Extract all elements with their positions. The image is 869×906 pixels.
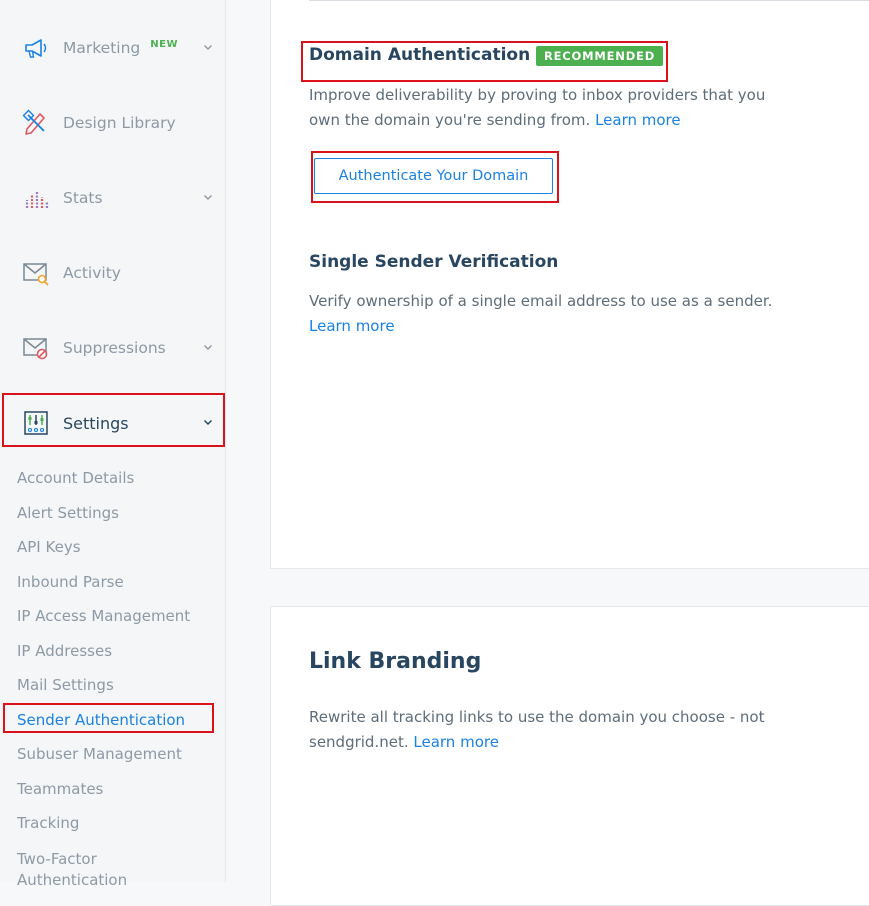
single-sender-description: Verify ownership of a single email addre… xyxy=(309,289,789,339)
description-text: Rewrite all tracking links to use the do… xyxy=(309,708,765,751)
chevron-down-icon[interactable] xyxy=(203,43,213,53)
sidebar-sub-account-details[interactable]: Account Details xyxy=(17,469,134,487)
sidebar-item-label: Design Library xyxy=(63,114,176,132)
chevron-down-icon[interactable] xyxy=(203,193,213,203)
authenticate-domain-button[interactable]: Authenticate Your Domain xyxy=(314,158,553,194)
sidebar-sub-api-keys[interactable]: API Keys xyxy=(17,538,81,556)
link-branding-description: Rewrite all tracking links to use the do… xyxy=(309,705,779,755)
sidebar-item-stats[interactable]: Stats xyxy=(0,171,225,225)
chevron-down-icon[interactable] xyxy=(203,418,213,428)
divider xyxy=(309,0,869,1)
sidebar-item-label: Activity xyxy=(63,264,121,282)
envelope-blocked-icon xyxy=(22,334,50,362)
design-tools-icon xyxy=(22,109,50,137)
sidebar-item-label: Stats xyxy=(63,189,103,207)
learn-more-link[interactable]: Learn more xyxy=(595,111,681,129)
learn-more-link[interactable]: Learn more xyxy=(413,733,499,751)
single-sender-title: Single Sender Verification xyxy=(309,252,559,272)
sliders-icon xyxy=(22,409,50,437)
megaphone-icon xyxy=(22,34,50,62)
sidebar-sub-two-factor-authentication[interactable]: Two-Factor Authentication xyxy=(17,849,137,891)
sidebar-sub-mail-settings[interactable]: Mail Settings xyxy=(17,676,114,694)
sidebar-item-settings[interactable]: Settings xyxy=(0,396,225,450)
sidebar: Marketing NEW Design Library Stats Activ… xyxy=(0,0,226,889)
sidebar-item-label: Marketing xyxy=(63,39,141,57)
sidebar-item-marketing[interactable]: Marketing NEW xyxy=(0,21,225,75)
sidebar-sub-teammates[interactable]: Teammates xyxy=(17,780,103,798)
sidebar-sub-sender-authentication[interactable]: Sender Authentication xyxy=(17,711,185,729)
envelope-search-icon xyxy=(22,259,50,287)
sidebar-sub-alert-settings[interactable]: Alert Settings xyxy=(17,504,119,522)
bar-chart-icon xyxy=(22,184,50,212)
recommended-badge: RECOMMENDED xyxy=(536,46,664,66)
sidebar-item-suppressions[interactable]: Suppressions xyxy=(0,321,225,375)
sidebar-item-activity[interactable]: Activity xyxy=(0,246,225,300)
sidebar-sub-inbound-parse[interactable]: Inbound Parse xyxy=(17,573,124,591)
sidebar-sub-ip-addresses[interactable]: IP Addresses xyxy=(17,642,112,660)
domain-auth-title: Domain Authentication xyxy=(309,45,531,65)
sidebar-sub-subuser-management[interactable]: Subuser Management xyxy=(17,745,182,763)
sidebar-sub-ip-access-management[interactable]: IP Access Management xyxy=(17,607,190,625)
new-badge: NEW xyxy=(150,38,178,50)
chevron-down-icon[interactable] xyxy=(203,343,213,353)
description-text: Improve deliverability by proving to inb… xyxy=(309,86,766,129)
description-text: Verify ownership of a single email addre… xyxy=(309,292,773,310)
sidebar-sub-tracking[interactable]: Tracking xyxy=(17,814,79,832)
sidebar-item-label: Settings xyxy=(63,413,129,433)
domain-auth-description: Improve deliverability by proving to inb… xyxy=(309,83,799,133)
sidebar-item-label: Suppressions xyxy=(63,339,166,357)
link-branding-title: Link Branding xyxy=(309,649,482,674)
learn-more-link[interactable]: Learn more xyxy=(309,317,395,335)
sidebar-item-design-library[interactable]: Design Library xyxy=(0,96,225,150)
